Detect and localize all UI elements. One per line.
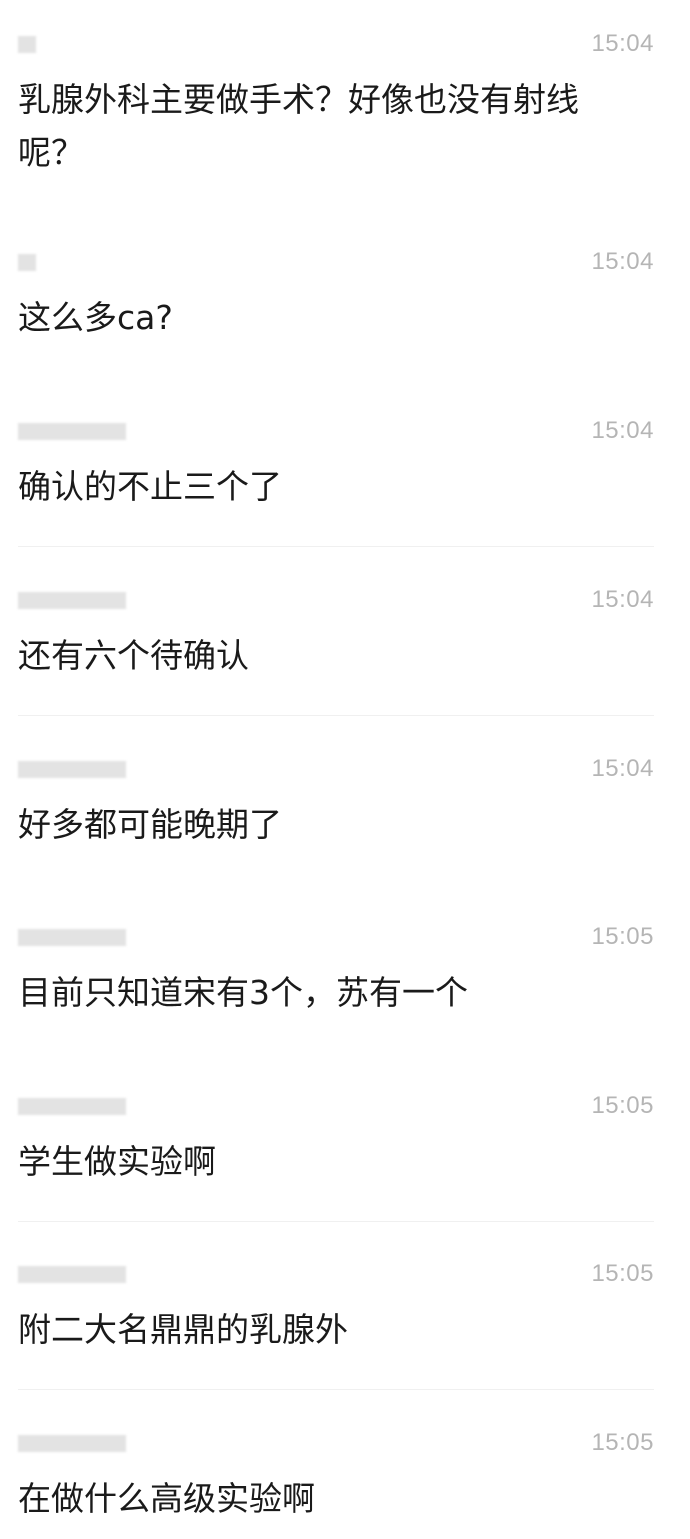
message-time: 15:05 bbox=[591, 1260, 654, 1287]
message-text: 确认的不止三个了 bbox=[18, 467, 282, 506]
message-item[interactable]: 15:04 好多都可能晚期了 bbox=[0, 725, 690, 885]
message-time: 15:04 bbox=[591, 755, 654, 782]
message-time: 15:04 bbox=[591, 417, 654, 444]
message-time: 15:04 bbox=[591, 248, 654, 275]
message-text: 这么多ca? bbox=[18, 298, 173, 337]
divider bbox=[18, 546, 654, 547]
sender-name-redacted bbox=[18, 1435, 126, 1452]
message-text: 目前只知道宋有3个，苏有一个 bbox=[18, 973, 468, 1012]
message-text: 学生做实验啊 bbox=[18, 1142, 216, 1181]
divider bbox=[18, 715, 654, 716]
message-item[interactable]: 15:04 还有六个待确认 bbox=[0, 556, 690, 716]
sender-name-redacted bbox=[18, 254, 36, 271]
sender-name-redacted bbox=[18, 929, 126, 946]
message-text: 在做什么高级实验啊 bbox=[18, 1479, 315, 1518]
sender-name-redacted bbox=[18, 1098, 126, 1115]
divider bbox=[18, 1221, 654, 1222]
message-list: 15:04 乳腺外科主要做手术？好像也没有射线呢？ 15:04 这么多ca? 1… bbox=[0, 0, 690, 1539]
sender-name-redacted bbox=[18, 761, 126, 778]
message-item[interactable]: 15:05 学生做实验啊 bbox=[0, 1062, 690, 1222]
message-item[interactable]: 15:05 在做什么高级实验啊 bbox=[0, 1399, 690, 1539]
message-item[interactable]: 15:04 乳腺外科主要做手术？好像也没有射线呢？ bbox=[0, 0, 690, 207]
message-time: 15:05 bbox=[591, 923, 654, 950]
sender-name-redacted bbox=[18, 592, 126, 609]
message-time: 15:04 bbox=[591, 30, 654, 57]
sender-name-redacted bbox=[18, 36, 36, 53]
message-time: 15:05 bbox=[591, 1429, 654, 1456]
message-item[interactable]: 15:04 这么多ca? bbox=[0, 218, 690, 378]
message-time: 15:04 bbox=[591, 586, 654, 613]
message-item[interactable]: 15:04 确认的不止三个了 bbox=[0, 387, 690, 547]
message-item[interactable]: 15:05 目前只知道宋有3个，苏有一个 bbox=[0, 893, 690, 1053]
message-text: 附二大名鼎鼎的乳腺外 bbox=[18, 1310, 348, 1349]
message-text: 还有六个待确认 bbox=[18, 636, 249, 675]
sender-name-redacted bbox=[18, 1266, 126, 1283]
message-time: 15:05 bbox=[591, 1092, 654, 1119]
message-text: 好多都可能晚期了 bbox=[18, 805, 282, 844]
message-text: 乳腺外科主要做手术？好像也没有射线呢？ bbox=[18, 80, 579, 172]
divider bbox=[18, 1389, 654, 1390]
message-item[interactable]: 15:05 附二大名鼎鼎的乳腺外 bbox=[0, 1230, 690, 1390]
sender-name-redacted bbox=[18, 423, 126, 440]
